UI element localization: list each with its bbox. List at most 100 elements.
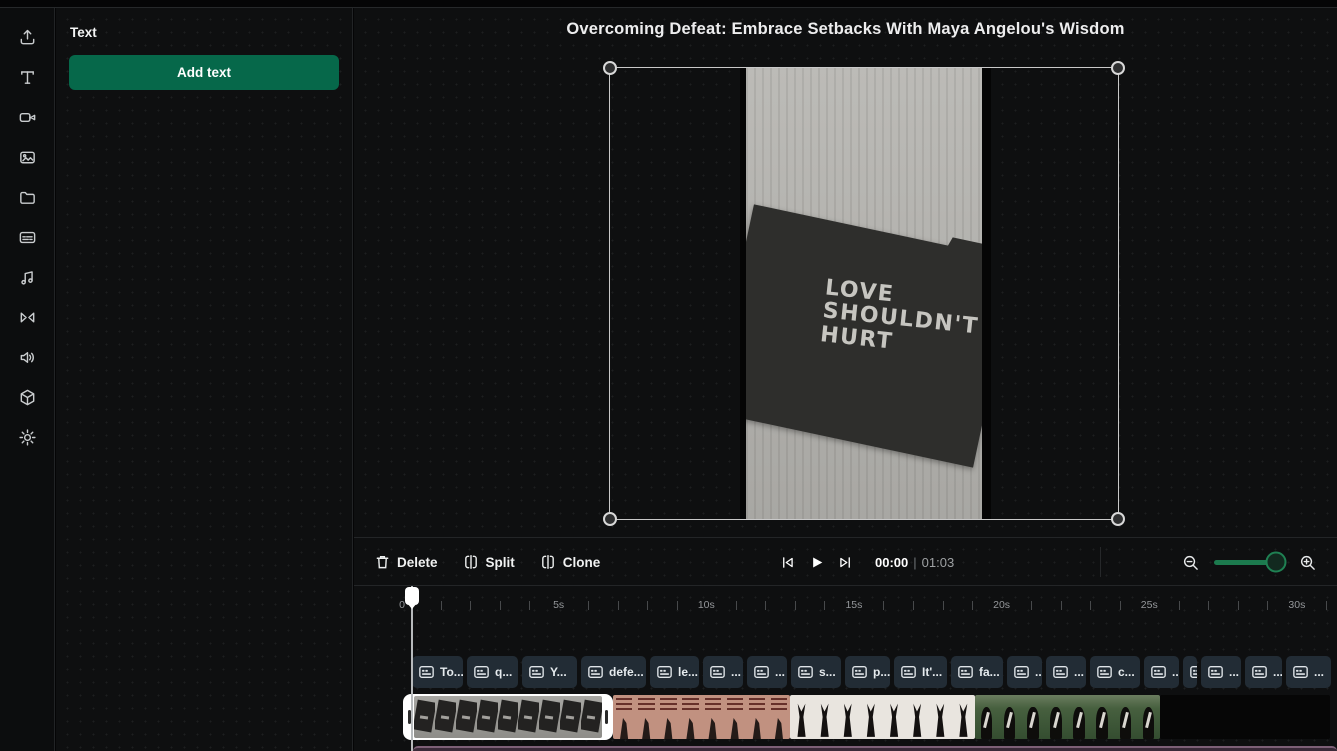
playhead[interactable]	[411, 586, 413, 751]
ruler-tick	[441, 601, 442, 610]
upload-icon	[18, 28, 37, 47]
sidebar-item-transitions[interactable]	[7, 302, 47, 333]
ruler-label: 5s	[553, 599, 564, 611]
caption-clip[interactable]: To...	[412, 656, 463, 688]
timeline[interactable]: 05s10s15s20s25s30s To...q...Y...defe...l…	[354, 585, 1337, 751]
audio-track-clip[interactable]	[413, 746, 1337, 751]
caption-clip[interactable]: ...	[703, 656, 743, 688]
ruler-tick	[883, 601, 884, 610]
caption-clip[interactable]: q...	[467, 656, 518, 688]
sidebar-item-audio[interactable]	[7, 262, 47, 293]
delete-button[interactable]: Delete	[375, 554, 438, 570]
video-thumbnail	[518, 696, 539, 738]
caption-clip[interactable]: ...	[1046, 656, 1086, 688]
caption-clip[interactable]: p...	[845, 656, 890, 688]
video-thumbnail	[1068, 695, 1091, 739]
sidebar-item-record[interactable]	[7, 102, 47, 133]
caption-clip[interactable]: It'...	[894, 656, 947, 688]
transport-controls: 00:00|01:03	[780, 538, 954, 586]
caption-clip[interactable]: fa...	[951, 656, 1003, 688]
caption-clip[interactable]: s...	[791, 656, 841, 688]
video-clip[interactable]	[975, 695, 1160, 739]
video-clip[interactable]	[790, 695, 975, 739]
resize-handle-bottom-left[interactable]	[603, 512, 617, 526]
video-clip[interactable]	[1160, 695, 1330, 739]
captions-icon	[754, 666, 769, 678]
sidebar-item-elements[interactable]	[7, 382, 47, 413]
captions-icon	[1252, 666, 1267, 678]
caption-clip-label: ...	[1074, 665, 1084, 679]
letterbox-right	[982, 68, 991, 519]
captions-icon	[474, 666, 489, 678]
caption-clip[interactable]	[1183, 656, 1197, 688]
video-preview[interactable]: LOVE SHOULDN'T HURT	[740, 68, 991, 519]
caption-clip[interactable]: defe...	[581, 656, 646, 688]
video-thumbnail	[1021, 695, 1044, 739]
sidebar-item-captions[interactable]	[7, 222, 47, 253]
caption-clip[interactable]: ...	[1201, 656, 1241, 688]
ruler-tick	[529, 601, 530, 610]
zoom-in-icon[interactable]	[1299, 554, 1316, 571]
video-thumbnail	[746, 695, 768, 739]
skip-to-end-button[interactable]	[838, 555, 853, 570]
ruler-tick	[470, 601, 471, 610]
caption-clip[interactable]: c...	[1090, 656, 1140, 688]
sidebar-item-images[interactable]	[7, 142, 47, 173]
sidebar-item-voice[interactable]	[7, 342, 47, 373]
selection-box[interactable]: LOVE SHOULDN'T HURT	[609, 67, 1119, 520]
resize-handle-top-right[interactable]	[1111, 61, 1125, 75]
captions-icon	[1293, 666, 1308, 678]
ruler-tick	[588, 601, 589, 610]
zoom-slider[interactable]	[1214, 560, 1284, 565]
caption-clip[interactable]: ...	[1007, 656, 1042, 688]
split-button[interactable]: Split	[463, 554, 515, 570]
video-thumbnail	[859, 695, 882, 739]
caption-clip-label: It'...	[922, 665, 942, 679]
resize-handle-top-left[interactable]	[603, 61, 617, 75]
ruler-tick	[618, 601, 619, 610]
ruler-tick	[943, 601, 944, 610]
play-button[interactable]	[809, 555, 824, 570]
sidebar-item-text[interactable]	[7, 62, 47, 93]
video-thumbnail	[790, 695, 813, 739]
clone-icon	[540, 554, 556, 570]
record-icon	[18, 108, 37, 127]
trim-handle-right[interactable]	[602, 696, 611, 738]
caption-clip[interactable]: ...	[1245, 656, 1282, 688]
caption-clip[interactable]: ...	[1144, 656, 1179, 688]
caption-clip-label: p...	[873, 665, 890, 679]
clone-button[interactable]: Clone	[540, 554, 601, 570]
video-thumbnail	[906, 695, 929, 739]
timeline-zoom-controls	[1182, 538, 1316, 586]
resize-handle-bottom-right[interactable]	[1111, 512, 1125, 526]
video-clip[interactable]	[613, 695, 790, 739]
ruler-label: 15s	[845, 599, 862, 611]
ruler-tick	[913, 601, 914, 610]
captions-icon	[419, 666, 434, 678]
caption-clip[interactable]: Y...	[522, 656, 577, 688]
sidebar-item-settings[interactable]	[7, 422, 47, 453]
playhead-handle[interactable]	[405, 587, 419, 605]
text-icon	[18, 68, 37, 87]
video-clip-selected[interactable]	[403, 694, 613, 740]
sidebar-item-upload[interactable]	[7, 22, 47, 53]
toolbar-divider	[1100, 547, 1101, 577]
zoom-slider-handle[interactable]	[1265, 552, 1286, 573]
settings-icon	[18, 428, 37, 447]
captions-icon	[1151, 666, 1166, 678]
caption-clip-label: ...	[1172, 665, 1179, 679]
sidebar-item-media[interactable]	[7, 182, 47, 213]
split-icon	[463, 554, 479, 570]
media-icon	[18, 188, 37, 207]
preview-canvas[interactable]: Overcoming Defeat: Embrace Setbacks With…	[354, 8, 1337, 537]
zoom-out-icon[interactable]	[1182, 554, 1199, 571]
caption-clip[interactable]: le...	[650, 656, 699, 688]
caption-clip[interactable]: ...	[1286, 656, 1331, 688]
caption-clip-label: ...	[1229, 665, 1239, 679]
caption-clip-label: fa...	[979, 665, 1000, 679]
caption-clip-label: c...	[1118, 665, 1135, 679]
video-thumbnail	[975, 695, 998, 739]
caption-clip[interactable]: ...	[747, 656, 787, 688]
add-text-button[interactable]: Add text	[69, 55, 339, 90]
skip-to-start-button[interactable]	[780, 555, 795, 570]
